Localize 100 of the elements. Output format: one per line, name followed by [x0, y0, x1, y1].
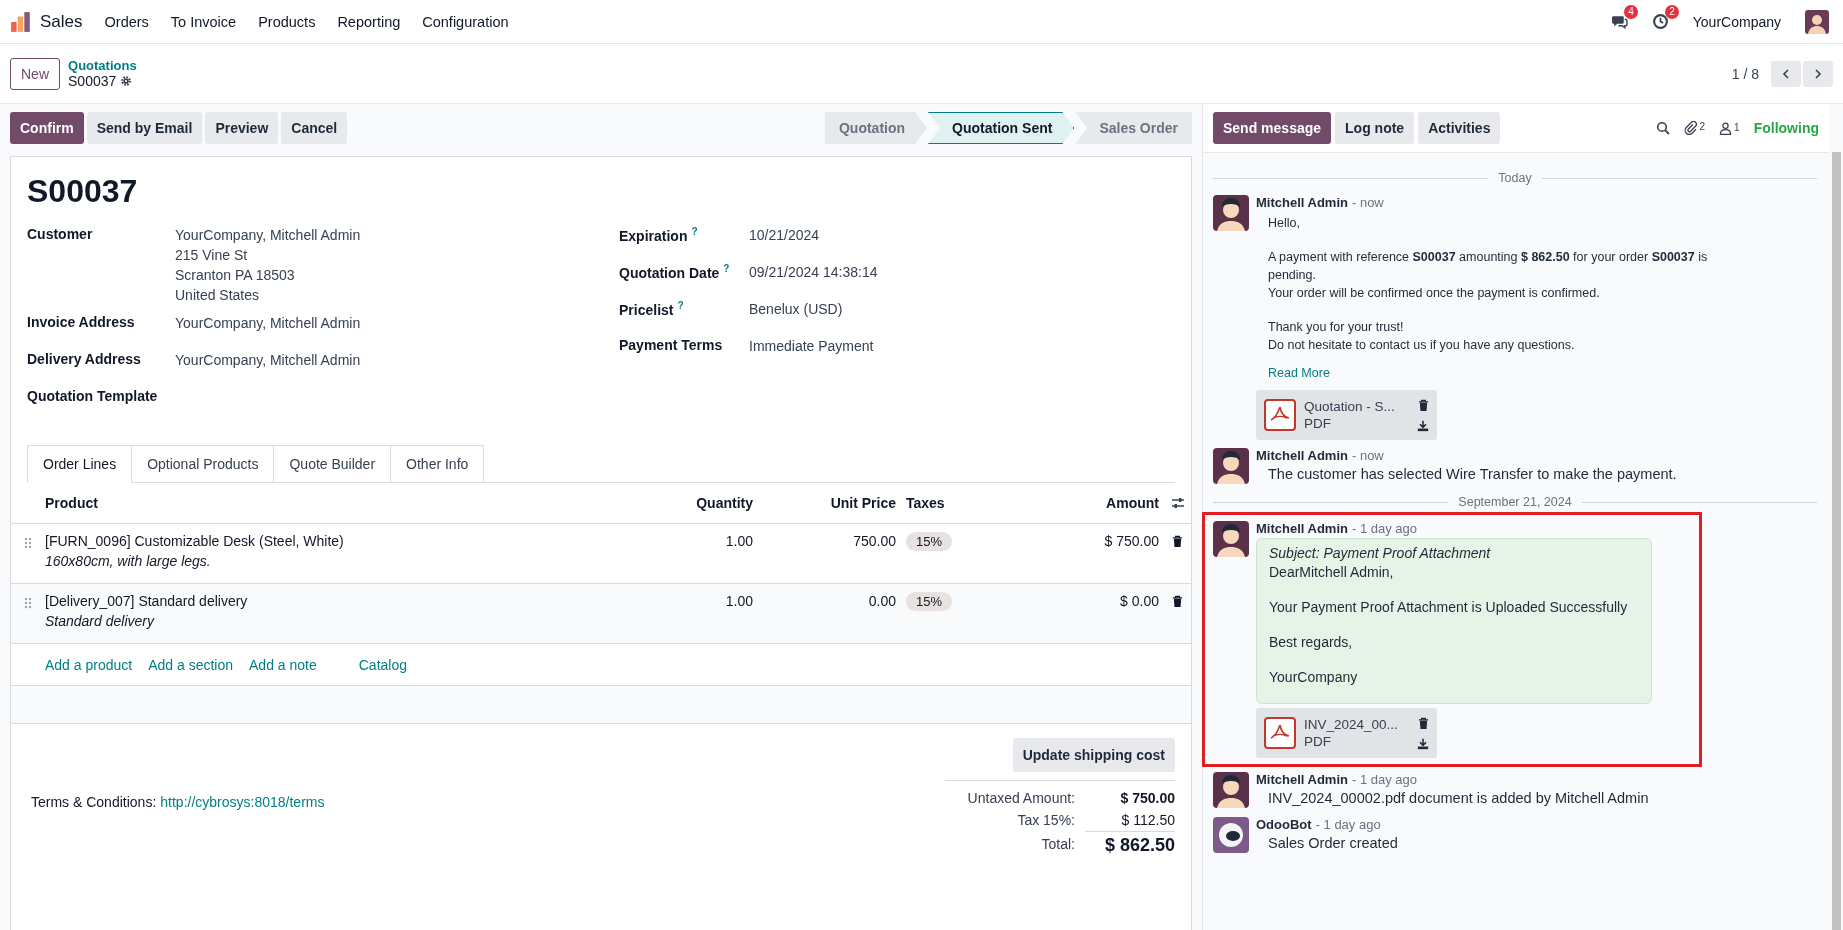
message-author[interactable]: OdooBot [1256, 817, 1312, 832]
message-text: Hello, [1268, 215, 1301, 232]
breadcrumb-link[interactable]: Quotations [68, 58, 137, 73]
menu-item[interactable]: Products [258, 13, 316, 30]
message-text: A payment with reference S00037 amounting $ 862.50 for your order S00037 is pending. [1268, 249, 1708, 284]
read-more-link[interactable]: Read More [1256, 366, 1713, 380]
person-icon[interactable] [1719, 121, 1733, 135]
user-avatar [1213, 521, 1249, 557]
message-time: - 1 day ago [1351, 521, 1417, 536]
terms-link[interactable]: http://cybrosys:8018/terms [160, 794, 325, 810]
message-text: The customer has selected Wire Transfer to make the payment. [1268, 465, 1678, 483]
search-icon[interactable] [1655, 121, 1670, 135]
message-author[interactable]: Mitchell Admin [1256, 521, 1348, 536]
paperclip-icon[interactable] [1683, 121, 1698, 135]
field-value: YourCompany, Mitchell Admin [175, 314, 361, 333]
notification-badge: 4 [1624, 5, 1638, 19]
next-button[interactable] [1803, 60, 1833, 87]
message-text: Sales Order created [1268, 834, 1399, 852]
action-button[interactable]: Preview [205, 112, 279, 144]
message-text: Best regards, [1269, 633, 1354, 651]
column-header[interactable]: Product [45, 495, 585, 511]
previous-button[interactable] [1771, 60, 1801, 87]
product-description: Standard delivery [45, 613, 156, 629]
table-cell-text: $ 750.00 [1103, 533, 1159, 549]
delete-icon[interactable] [1172, 595, 1183, 608]
pager-counter: 1 / 8 [1731, 65, 1759, 82]
field-label: Invoice Address [27, 314, 135, 330]
add-line-link[interactable]: Add a section [148, 656, 233, 673]
total-value: $ 750.00 [1119, 789, 1175, 808]
scrollbar[interactable] [1832, 152, 1841, 930]
new-button[interactable]: New [10, 57, 60, 90]
message-author[interactable]: Mitchell Admin [1256, 772, 1348, 787]
clock-icon[interactable] [1651, 13, 1669, 30]
settings-icon[interactable] [120, 75, 133, 87]
total-label: Untaxed Amount: [966, 789, 1075, 808]
terms-label: Terms & Conditions: [31, 794, 157, 810]
menu-item[interactable]: To Invoice [170, 13, 237, 30]
column-header[interactable]: Quantity [585, 495, 753, 511]
field-value: 09/21/2024 14:38:14 [749, 263, 878, 282]
drag-handle-icon[interactable] [24, 597, 32, 609]
drag-handle-icon[interactable] [24, 537, 32, 549]
app-logo-icon[interactable] [10, 10, 32, 33]
tab[interactable]: Quote Builder [274, 445, 392, 483]
delete-icon[interactable] [1417, 398, 1429, 412]
add-line-link[interactable]: Add a note [249, 656, 317, 673]
tab[interactable]: Optional Products [132, 445, 275, 483]
add-line-link[interactable]: Catalog [358, 656, 407, 673]
field-value: YourCompany, Mitchell Admin [175, 226, 361, 245]
action-button[interactable]: Confirm [10, 112, 84, 144]
message-text: INV_2024_00002.pdf document is added by Mitchell Admin [1268, 789, 1650, 807]
column-header[interactable]: Amount [1001, 495, 1159, 511]
attachment-type: PDF [1304, 416, 1332, 431]
message-author[interactable]: Mitchell Admin [1256, 448, 1348, 463]
tab[interactable]: Order Lines [27, 445, 133, 483]
status-stage[interactable]: Quotation Sent [928, 112, 1075, 144]
chatter-button[interactable]: Send message [1213, 112, 1332, 144]
user-avatar[interactable] [1805, 9, 1829, 34]
attachment-name: INV_2024_00... [1304, 717, 1399, 732]
field-label: Delivery Address [27, 351, 141, 367]
total-label: Tax 15%: [1016, 811, 1075, 830]
field-label: Expiration [619, 227, 688, 244]
status-stage[interactable]: Quotation [824, 112, 928, 144]
message-author[interactable]: Mitchell Admin [1256, 195, 1348, 210]
message-time: - 1 day ago [1351, 772, 1417, 787]
company-name[interactable]: YourCompany [1692, 13, 1781, 30]
help-mark[interactable]: ? [677, 300, 684, 311]
pdf-file-icon [1264, 717, 1296, 749]
attachment-card[interactable]: Quotation - S... PDF [1256, 390, 1437, 440]
menu-item[interactable]: Configuration [422, 13, 509, 30]
download-icon[interactable] [1417, 419, 1429, 432]
download-icon[interactable] [1417, 737, 1429, 750]
table-cell-text: 0.00 [867, 593, 896, 609]
date-separator: September 21, 2024 [1458, 495, 1572, 509]
field-value: United States [175, 286, 261, 305]
chatter-button[interactable]: Activities [1418, 112, 1501, 144]
chatter-button[interactable]: Log note [1335, 112, 1415, 144]
update-shipping-button[interactable]: Update shipping cost [1012, 738, 1175, 772]
action-button[interactable]: Send by Email [86, 112, 203, 144]
action-button[interactable]: Cancel [281, 112, 348, 144]
delete-icon[interactable] [1417, 716, 1429, 730]
column-settings-icon[interactable] [1170, 496, 1185, 510]
menu-item[interactable]: Reporting [337, 13, 401, 30]
product-description: 160x80cm, with large legs. [45, 553, 212, 569]
help-mark[interactable]: ? [691, 226, 698, 237]
attachment-name: Quotation - S... [1304, 399, 1396, 414]
message-text: Your Payment Proof Attachment is Uploaded Successfully [1269, 598, 1629, 616]
column-header[interactable]: Unit Price [753, 495, 896, 511]
add-line-link[interactable]: Add a product [45, 656, 133, 673]
chevron-right-icon [1813, 68, 1823, 79]
column-header[interactable]: Taxes [896, 495, 1001, 511]
menu-item[interactable]: Orders [104, 13, 149, 30]
user-avatar [1213, 772, 1249, 808]
delete-icon[interactable] [1172, 535, 1183, 548]
tab[interactable]: Other Info [391, 445, 485, 483]
status-stage[interactable]: Sales Order [1075, 112, 1192, 144]
help-mark[interactable]: ? [723, 263, 730, 274]
app-name[interactable]: Sales [40, 11, 83, 32]
pdf-file-icon [1264, 399, 1296, 431]
chat-icon[interactable] [1610, 13, 1628, 30]
attachment-card[interactable]: INV_2024_00... PDF [1256, 708, 1437, 758]
